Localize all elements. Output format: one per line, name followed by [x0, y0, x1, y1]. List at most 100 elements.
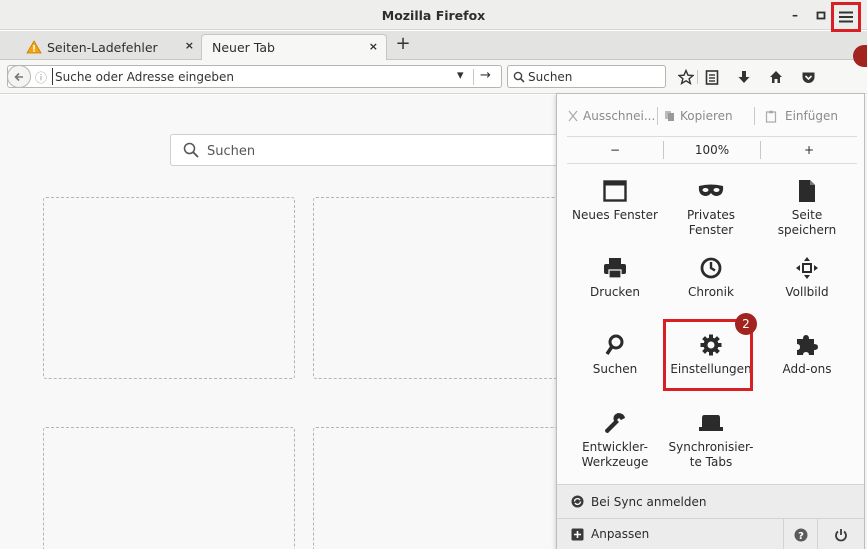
tab-close-button[interactable]: ×	[185, 39, 194, 52]
new-tab-button[interactable]: +	[392, 33, 414, 57]
download-arrow-icon	[738, 71, 750, 83]
print-button[interactable]: Drucken	[567, 251, 663, 300]
zoom-controls: − 100% +	[567, 136, 857, 164]
clipboard-icon	[765, 110, 777, 123]
back-button[interactable]	[7, 65, 31, 88]
top-site-tile[interactable]	[43, 197, 295, 379]
top-site-tile[interactable]	[313, 197, 565, 379]
menu-item-label: Drucken	[590, 285, 640, 299]
address-input[interactable]	[52, 68, 442, 85]
menu-item-label: Entwickler- Werkzeuge	[581, 440, 649, 469]
svg-text:?: ?	[798, 531, 804, 542]
synced-tabs-button[interactable]: Synchronisier- te Tabs	[663, 406, 759, 470]
menu-item-label: Add-ons	[782, 362, 832, 376]
synced-tabs-icon	[699, 415, 723, 431]
scissors-icon	[568, 110, 578, 122]
copy-icon	[665, 111, 674, 121]
menu-item-label: Seite speichern	[777, 208, 837, 237]
save-page-button[interactable]: Seite speichern	[759, 174, 855, 238]
wrench-icon	[605, 413, 625, 433]
page-icon	[799, 180, 815, 202]
tab-label: Seiten-Ladefehler	[47, 39, 158, 55]
search-icon	[183, 142, 199, 158]
quit-button[interactable]	[817, 519, 864, 549]
url-divider	[473, 69, 474, 85]
top-site-tile[interactable]	[43, 427, 295, 549]
downloads-button[interactable]	[734, 68, 754, 86]
toolbar-divider	[697, 70, 698, 84]
history-button[interactable]: Chronik	[663, 251, 759, 300]
fullscreen-icon	[796, 257, 818, 279]
go-arrow-icon[interactable]: →	[480, 68, 491, 83]
sync-label: Bei Sync anmelden	[591, 494, 707, 509]
menu-item-label: Privates Fenster	[686, 208, 736, 237]
search-icon	[605, 334, 624, 355]
paste-label: Einfügen	[785, 109, 838, 123]
home-icon	[770, 71, 782, 83]
history-dropdown-icon[interactable]: ▾	[457, 68, 464, 83]
site-info-icon[interactable]: ⓘ	[35, 69, 47, 86]
search-input[interactable]	[528, 68, 658, 85]
addons-button[interactable]: Add-ons	[759, 328, 855, 377]
tab-neuer-tab[interactable]: Neuer Tab ×	[201, 34, 387, 60]
new-window-button[interactable]: Neues Fenster	[567, 174, 663, 223]
hamburger-menu-icon	[839, 11, 853, 23]
customize-button[interactable]: Anpassen ?	[557, 518, 864, 549]
mask-icon	[698, 184, 724, 196]
newtab-search-input[interactable]	[207, 142, 547, 160]
window-icon	[603, 180, 627, 202]
zoom-out-button[interactable]: −	[567, 143, 663, 157]
puzzle-icon	[797, 335, 818, 355]
back-arrow-icon	[14, 72, 23, 81]
bookmarks-list-icon	[705, 69, 719, 85]
menu-item-label: Neues Fenster	[572, 208, 658, 222]
home-button[interactable]	[766, 68, 786, 86]
pocket-icon	[802, 72, 814, 83]
printer-icon	[604, 258, 626, 279]
copy-label: Kopieren	[680, 109, 733, 123]
cut-label: Ausschnei...	[583, 109, 656, 123]
search-icon	[513, 71, 525, 83]
help-icon: ?	[794, 528, 807, 542]
bookmarks-menu-button[interactable]	[702, 68, 722, 86]
private-window-button[interactable]: Privates Fenster	[663, 174, 759, 238]
menu-item-label: Suchen	[592, 362, 638, 376]
search-bar[interactable]	[507, 65, 666, 88]
sync-icon	[571, 495, 584, 508]
pocket-button[interactable]	[798, 68, 818, 86]
tab-label: Neuer Tab	[212, 40, 275, 55]
tab-seiten-ladefehler[interactable]: Seiten-Ladefehler ×	[26, 34, 202, 60]
menu-item-label: Vollbild	[785, 285, 829, 299]
star-icon	[678, 69, 694, 85]
annotation-badge-2: 2	[735, 313, 757, 335]
menu-item-label: Chronik	[688, 285, 734, 299]
power-icon	[835, 528, 847, 541]
edit-controls: Ausschnei... Kopieren Einfügen	[567, 104, 857, 128]
maximize-button[interactable]	[812, 6, 830, 24]
cut-button[interactable]: Ausschnei...	[567, 104, 657, 128]
zoom-reset-button[interactable]: 100%	[664, 143, 760, 157]
window-title: Mozilla Firefox	[381, 8, 486, 23]
navigation-toolbar: ⓘ ▾ →	[0, 60, 867, 94]
copy-button[interactable]: Kopieren	[658, 104, 754, 128]
fullscreen-button[interactable]: Vollbild	[759, 251, 855, 300]
url-bar[interactable]: ⓘ ▾ →	[7, 65, 502, 88]
clock-icon	[700, 257, 722, 279]
warning-icon	[26, 40, 42, 54]
zoom-in-button[interactable]: +	[761, 143, 857, 157]
menu-item-label: Synchronisier- te Tabs	[668, 440, 754, 469]
bookmark-star-button[interactable]	[676, 68, 696, 86]
tab-close-button[interactable]: ×	[369, 40, 378, 53]
title-bar: Mozilla Firefox – ×	[0, 0, 867, 30]
help-button[interactable]: ?	[783, 519, 817, 549]
open-menu-button[interactable]	[831, 2, 861, 32]
sync-signin-button[interactable]: Bei Sync anmelden	[557, 484, 864, 518]
main-menu-panel: Ausschnei... Kopieren Einfügen − 100% + …	[556, 93, 865, 549]
minimize-button[interactable]: –	[786, 6, 804, 24]
developer-tools-button[interactable]: Entwickler- Werkzeuge	[567, 406, 663, 470]
find-button[interactable]: Suchen	[567, 328, 663, 377]
top-site-tile[interactable]	[313, 427, 565, 549]
maximize-icon	[816, 11, 826, 20]
paste-button[interactable]: Einfügen	[755, 104, 851, 128]
newtab-search-box[interactable]	[170, 134, 570, 166]
